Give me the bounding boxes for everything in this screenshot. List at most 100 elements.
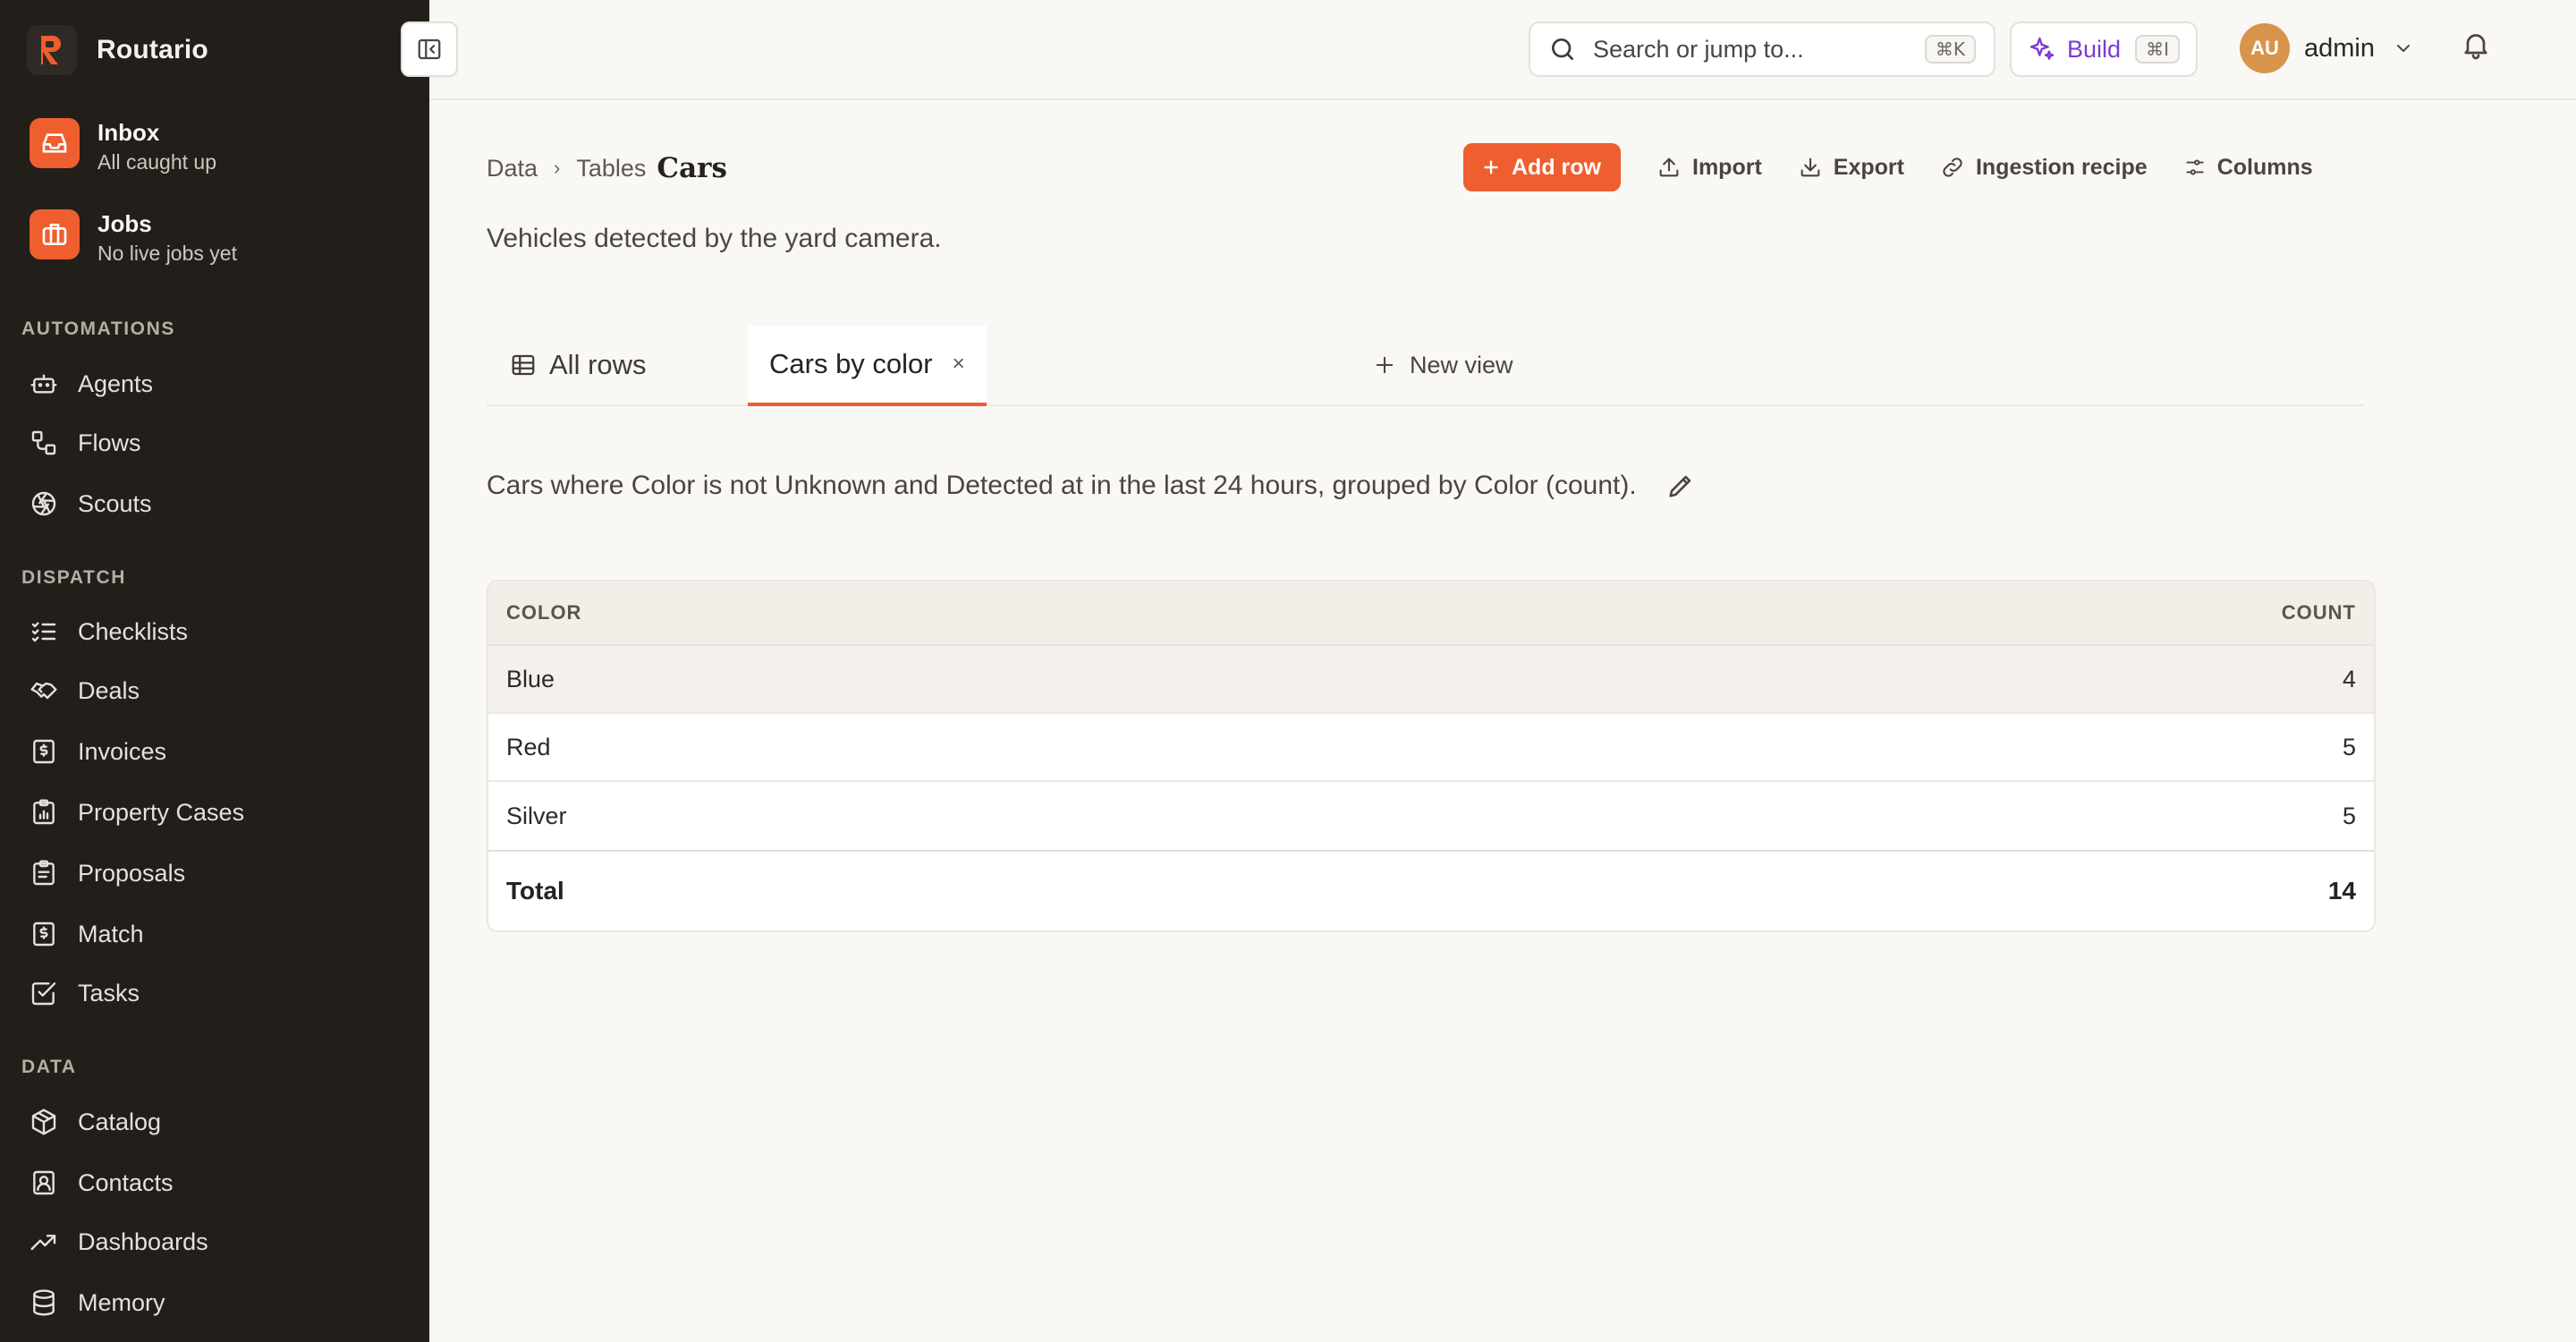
- sidebar-item-memory[interactable]: Memory: [30, 1281, 165, 1324]
- trend-icon: [30, 1235, 56, 1251]
- table-row[interactable]: Red 5: [488, 714, 2374, 782]
- columns-button[interactable]: Columns: [2183, 155, 2313, 181]
- total-value: 14: [2327, 877, 2356, 905]
- app-name: Routario: [97, 35, 208, 64]
- sidebar-item-tasks[interactable]: Tasks: [30, 972, 140, 1015]
- clipboard-icon: [33, 860, 55, 886]
- user-name: admin: [2304, 33, 2375, 63]
- add-row-button[interactable]: Add row: [1463, 143, 1621, 191]
- app-root: Routario Inbox All caught up Jobs No liv…: [0, 0, 2576, 1342]
- sidebar-item-flows[interactable]: Flows: [30, 421, 141, 464]
- sidebar-item-label: Flows: [78, 429, 141, 456]
- sidebar-item-proposals[interactable]: Proposals: [30, 852, 185, 895]
- table-header: COLOR COUNT: [488, 582, 2374, 646]
- sidebar-item-label: Checklists: [78, 617, 189, 645]
- columns-label: Columns: [2216, 154, 2313, 180]
- table-row[interactable]: Blue 4: [488, 646, 2374, 714]
- table-row[interactable]: Silver 5: [488, 782, 2374, 850]
- search-icon: [1552, 38, 1573, 60]
- tab-cars-by-color[interactable]: Cars by color ×: [748, 326, 987, 406]
- plus-icon: [1484, 160, 1498, 174]
- section-label-data: DATA: [21, 1057, 77, 1077]
- sidebar-item-checklists[interactable]: Checklists: [30, 610, 188, 653]
- user-menu[interactable]: AU admin: [2240, 21, 2414, 75]
- bell-icon: [2464, 34, 2487, 60]
- sidebar-item-dashboards[interactable]: Dashboards: [30, 1220, 208, 1263]
- toolbar: Add row Import Export Ingestion recipe C…: [1463, 143, 2313, 191]
- sidebar-item-label: Scouts: [78, 489, 152, 517]
- sidebar-item-scouts[interactable]: Scouts: [30, 482, 152, 525]
- sidebar-item-inbox[interactable]: Inbox All caught up: [30, 118, 216, 177]
- sidebar-item-deals[interactable]: Deals: [30, 669, 140, 712]
- build-button[interactable]: Build ⌘I: [2010, 21, 2198, 77]
- pencil-icon[interactable]: [1665, 471, 1696, 501]
- breadcrumb-data[interactable]: Data: [487, 155, 538, 183]
- table-total-row: Total 14: [488, 850, 2374, 930]
- handshake-icon: [30, 682, 57, 700]
- sidebar-item-agents[interactable]: Agents: [30, 362, 153, 405]
- receipt-icon: [33, 922, 55, 947]
- sliders-icon: [2186, 159, 2204, 175]
- main-content: Search or jump to... ⌘K Build ⌘I AU admi…: [401, 0, 2576, 1342]
- tab-cars-by-color-label: Cars by color: [769, 348, 933, 379]
- cell-color: Red: [506, 733, 551, 760]
- jobs-status: No live jobs yet: [97, 242, 237, 265]
- cell-count: 4: [2342, 665, 2356, 692]
- tab-all-rows[interactable]: All rows: [510, 326, 647, 404]
- upload-icon: [1659, 157, 1679, 177]
- checklist-icon: [31, 622, 56, 642]
- breadcrumb-tables[interactable]: Tables: [576, 155, 646, 183]
- sidebar-item-label: Property Cases: [78, 798, 245, 826]
- database-icon: [33, 1289, 55, 1316]
- search-placeholder: Search or jump to...: [1593, 35, 1804, 63]
- inbox-status: All caught up: [97, 150, 216, 174]
- export-button[interactable]: Export: [1798, 155, 1904, 181]
- search-shortcut: ⌘K: [1924, 35, 1976, 64]
- new-view-button[interactable]: New view: [1372, 326, 1513, 404]
- sidebar-item-label: Contacts: [78, 1168, 174, 1196]
- sidebar-item-label: Agents: [78, 369, 154, 397]
- close-tab-icon[interactable]: ×: [953, 352, 965, 377]
- tab-all-rows-label: All rows: [549, 349, 647, 380]
- sidebar-item-catalog[interactable]: Catalog: [30, 1100, 161, 1143]
- aperture-icon: [31, 491, 56, 516]
- avatar: AU: [2240, 23, 2290, 73]
- topbar: Search or jump to... ⌘K Build ⌘I AU admi…: [401, 0, 2576, 100]
- chevron-right-icon: ›: [554, 157, 561, 179]
- sidebar-toggle-button[interactable]: [401, 21, 458, 77]
- sidebar-item-match[interactable]: Match: [30, 913, 144, 956]
- inbox-label: Inbox: [97, 119, 160, 146]
- cell-count: 5: [2342, 802, 2356, 829]
- sidebar-item-contacts[interactable]: Contacts: [30, 1161, 174, 1204]
- cell-color: Silver: [506, 802, 567, 829]
- sidebar-item-label: Deals: [78, 676, 140, 704]
- sidebar-item-label: Tasks: [78, 979, 140, 1007]
- brand[interactable]: Routario: [27, 25, 208, 75]
- notifications-button[interactable]: [2460, 29, 2492, 65]
- export-label: Export: [1833, 154, 1904, 180]
- table-icon: [512, 354, 535, 376]
- new-view-label: New view: [1410, 351, 1513, 378]
- ingestion-recipe-button[interactable]: Ingestion recipe: [1940, 155, 2148, 181]
- cell-color: Blue: [506, 665, 555, 692]
- sidebar-item-jobs[interactable]: Jobs No live jobs yet: [30, 209, 237, 268]
- chevron-down-icon: [2397, 45, 2410, 52]
- sparkles-icon: [2029, 37, 2055, 60]
- sidebar-item-label: Match: [78, 920, 144, 947]
- total-label: Total: [506, 877, 564, 905]
- sidebar-item-label: Dashboards: [78, 1227, 208, 1255]
- sidebar-item-label: Invoices: [78, 737, 167, 765]
- import-label: Import: [1692, 154, 1762, 180]
- sidebar-item-invoices[interactable]: Invoices: [30, 730, 166, 773]
- ingestion-recipe-label: Ingestion recipe: [1975, 154, 2148, 180]
- column-header-count[interactable]: COUNT: [2282, 601, 2356, 624]
- clipboard-chart-icon: [33, 799, 55, 825]
- import-button[interactable]: Import: [1657, 155, 1762, 181]
- cell-count: 5: [2342, 733, 2356, 760]
- flow-icon: [31, 430, 56, 455]
- sidebar-item-property-cases[interactable]: Property Cases: [30, 791, 244, 834]
- breadcrumb: Data › Tables Cars: [487, 152, 727, 184]
- add-row-label: Add row: [1512, 154, 1601, 180]
- column-header-color[interactable]: COLOR: [506, 601, 581, 624]
- search-input[interactable]: Search or jump to... ⌘K: [1529, 21, 1996, 77]
